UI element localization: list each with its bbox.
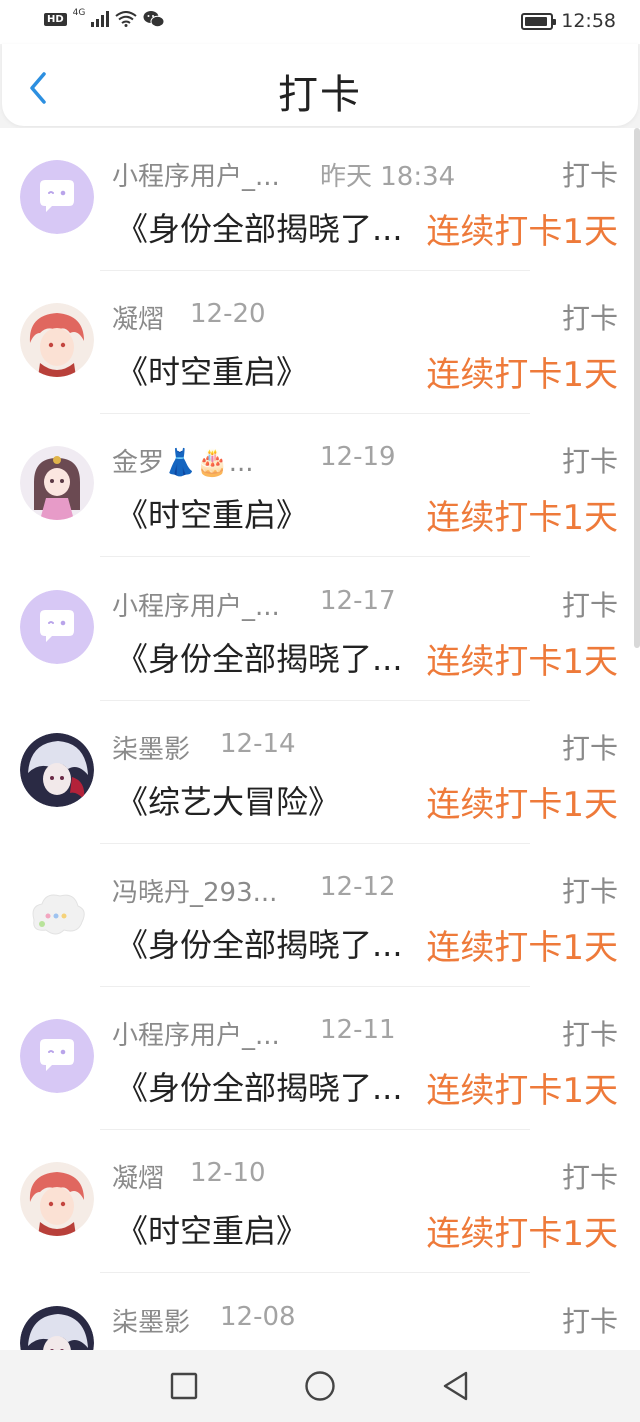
wechat-icon	[143, 11, 165, 28]
wifi-icon	[115, 11, 137, 27]
timestamp: 12-14	[220, 728, 296, 759]
content-title[interactable]: 《综艺大冒险》	[116, 777, 340, 823]
content-title[interactable]: 《身份全部揭晓了...	[116, 634, 403, 680]
circle-icon	[305, 1371, 335, 1401]
streak-badge: 连续打卡1天	[426, 784, 618, 825]
streak-badge: 连续打卡1天	[426, 641, 618, 682]
streak-badge: 连续打卡1天	[426, 1214, 618, 1255]
scrollbar[interactable]	[634, 128, 640, 648]
hd-badge: HD	[44, 12, 67, 26]
avatar[interactable]	[20, 876, 94, 950]
clock: 12:58	[561, 10, 616, 32]
user-name: 小程序用户_...	[112, 162, 280, 192]
avatar[interactable]	[20, 589, 94, 664]
streak-badge: 连续打卡1天	[426, 498, 618, 539]
content-title[interactable]: 《身份全部揭晓了...	[116, 920, 403, 966]
timestamp: 12-10	[190, 1158, 266, 1189]
checkin-type-label: 打卡	[561, 875, 618, 908]
avatar[interactable]	[20, 1162, 94, 1237]
checkin-type-label: 打卡	[561, 302, 618, 336]
content-title[interactable]: 《身份全部揭晓了...	[116, 1063, 403, 1109]
streak-badge: 连续打卡1天	[426, 355, 618, 396]
avatar[interactable]	[20, 303, 94, 378]
network-type: 4G	[72, 8, 86, 18]
checkin-type-label: 打卡	[561, 445, 618, 479]
list-item[interactable]: 金罗👗🎂... 12-19 打卡《时空重启》 连续打卡1天	[0, 414, 640, 558]
checkin-type-label: 打卡	[561, 588, 618, 622]
checkin-type-label: 打卡	[561, 731, 618, 765]
page-title: 打卡	[278, 72, 362, 118]
timestamp: 12-12	[320, 872, 396, 902]
timestamp: 12-20	[190, 299, 266, 330]
list-item[interactable]: 小程序用户_... 12-17 打卡《身份全部揭晓了... 连续打卡1天	[0, 558, 640, 701]
square-icon	[170, 1372, 198, 1400]
user-name: 金罗👗🎂...	[112, 448, 254, 479]
system-nav-bar	[0, 1350, 640, 1422]
content-title[interactable]: 《身份全部揭晓了...	[116, 204, 403, 250]
checkin-type-label: 打卡	[561, 1304, 618, 1338]
user-name: 冯晓丹_293...	[112, 878, 278, 908]
streak-badge: 连续打卡1天	[426, 928, 618, 968]
user-name: 小程序用户_...	[112, 591, 280, 622]
checkin-type-label: 打卡	[561, 1161, 618, 1195]
timestamp: 12-08	[220, 1301, 296, 1332]
signal-icon	[91, 11, 110, 27]
avatar[interactable]	[20, 446, 94, 521]
timestamp: 12-11	[320, 1015, 396, 1046]
checkin-list: 小程序用户_... 昨天 18:34 打卡 《身份全部揭晓了... 连续打卡1天 凝熠 12…	[0, 128, 640, 1350]
status-right: 12:58	[521, 10, 616, 32]
list-item[interactable]: 小程序用户_... 12-11 打卡《身份全部揭晓了... 连续打卡1天	[0, 987, 640, 1131]
avatar[interactable]	[20, 732, 94, 807]
user-name: 柒墨影	[112, 1307, 191, 1338]
avatar[interactable]	[20, 1019, 94, 1094]
checkin-type-label: 打卡	[561, 1018, 618, 1052]
list-item[interactable]: 凝熠 12-10 打卡《时空重启》 连续打卡1天	[0, 1130, 640, 1274]
nav-back-button[interactable]	[439, 1369, 473, 1403]
user-name: 小程序用户_...	[112, 1021, 280, 1052]
list-item[interactable]: 冯晓丹_293... 12-12 打卡《身份全部揭晓了... 连续打卡1天	[0, 844, 640, 987]
home-button[interactable]	[303, 1369, 337, 1403]
content-title[interactable]: 《时空重启》	[116, 347, 308, 393]
timestamp: 昨天 18:34	[320, 162, 456, 192]
checkin-type-label: 打卡	[561, 159, 618, 192]
user-name: 柒墨影	[112, 734, 191, 765]
triangle-back-icon	[443, 1371, 468, 1401]
battery-icon	[521, 12, 557, 30]
battery-fill	[525, 16, 547, 26]
avatar[interactable]	[20, 160, 94, 234]
list-item[interactable]: 凝熠 12-20 打卡《时空重启》 连续打卡1天	[0, 271, 640, 415]
streak-badge: 连续打卡1天	[426, 212, 618, 252]
recent-apps-button[interactable]	[167, 1369, 201, 1403]
header: 打卡	[2, 44, 638, 126]
content-title[interactable]: 《时空重启》	[116, 490, 308, 536]
timestamp: 12-19	[320, 442, 396, 473]
user-name: 凝熠	[112, 305, 165, 336]
list-item[interactable]: 小程序用户_... 昨天 18:34 打卡《身份全部揭晓了... 连续打卡1天	[0, 128, 640, 271]
status-left: HD 4G	[44, 8, 165, 28]
streak-badge: 连续打卡1天	[426, 1071, 618, 1112]
content-title[interactable]: 《时空重启》	[116, 1206, 308, 1252]
timestamp: 12-17	[320, 585, 396, 616]
list-item[interactable]: 柒墨影 12-14 打卡《综艺大冒险》 连续打卡1天	[0, 701, 640, 844]
list-item[interactable]: 柒墨影 12-08 打卡	[0, 1274, 640, 1350]
user-name: 凝熠	[112, 1164, 165, 1195]
avatar[interactable]	[20, 1305, 94, 1350]
status-bar: HD 4G 12:58	[0, 0, 640, 44]
